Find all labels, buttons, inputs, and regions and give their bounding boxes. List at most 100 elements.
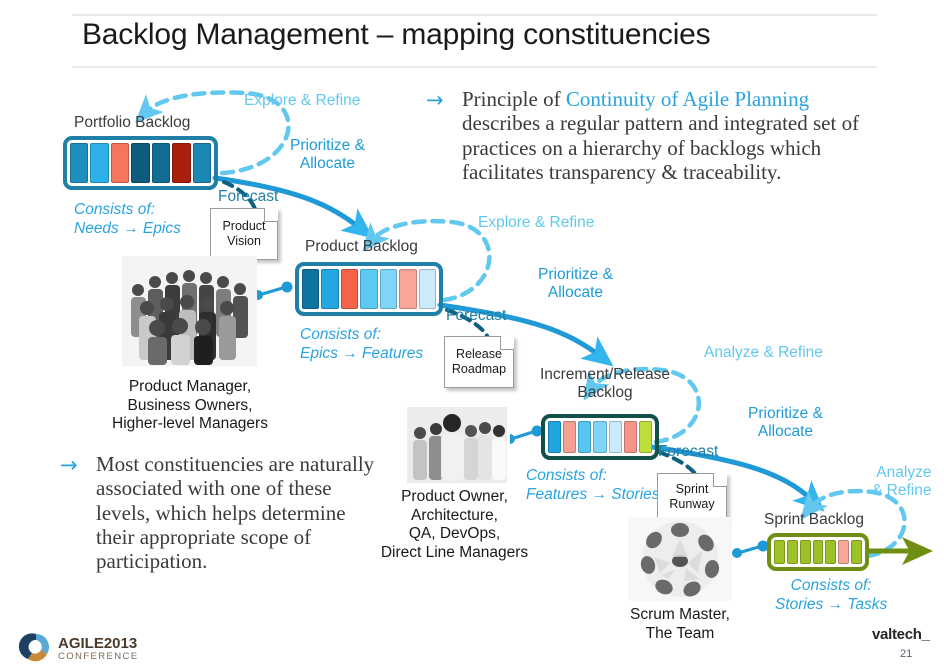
product-vision-line2: Vision [227,234,261,248]
portfolio-backlog-item-5[interactable] [151,143,171,183]
increment-backlog-item-4[interactable] [593,421,607,453]
bullet-arrow-icon: → [60,453,78,477]
sprint-backlog-item-5[interactable] [825,540,837,564]
managers-caption-line3: Higher-level Managers [112,415,268,433]
sprint-backlog-item-1[interactable] [774,540,785,564]
portfolio-backlog-item-6[interactable] [172,143,191,183]
product-backlog-item-4[interactable] [360,269,378,309]
product-backlog-item-5[interactable] [379,269,398,309]
principle-highlight: Continuity of Agile Planning [565,87,810,111]
bullet-arrow-icon: → [426,88,444,112]
sprint-backlog[interactable] [767,533,869,571]
increment-backlog-item-7[interactable] [638,421,652,453]
release-roadmap-line2: Roadmap [451,362,507,376]
prioritize-2-line1: Prioritize & [538,266,613,283]
product-consists-line1: Consists of: [300,326,381,343]
principle-paragraph: → Principle of Continuity of Agile Plann… [426,87,892,184]
prioritize-2-line2: Allocate [547,283,604,301]
page-title: Backlog Management – mapping constituenc… [82,18,711,51]
analyze-refine-2-line2: & Refine [872,481,932,499]
scrum-caption-line1: Scrum Master, [630,606,730,623]
scrum-caption-line2: The Team [645,624,715,642]
artifact-sprint-runway[interactable]: Sprint Runway [657,473,727,521]
caption-product-owner-group: Product Owner, Architecture, QA, DevOps,… [372,488,537,562]
connector-managers [253,281,293,300]
portfolio-backlog-item-4[interactable] [131,143,150,183]
label-analyze-refine-1: Analyze & Refine [704,344,823,361]
label-analyze-refine-2: Analyze & Refine [872,464,931,500]
product-backlog[interactable] [295,262,443,316]
portfolio-consists-of: Consists of: Needs → Epics [74,201,181,238]
portfolio-backlog-label: Portfolio Backlog [74,114,191,131]
portfolio-backlog-item-3[interactable] [110,143,130,183]
increment-consists-of: Consists of: Features → Stories [526,467,660,504]
sprint-backlog-item-3[interactable] [799,540,811,564]
prioritize-1-line1: Prioritize & [290,137,365,154]
valtech-logo: valtech_ [872,626,930,643]
page-fold-icon [500,336,514,350]
portfolio-consists-line2: Needs → Epics [74,219,181,237]
product-backlog-item-3[interactable] [340,269,359,309]
agile-logo-text: AGILE2013 [58,635,137,652]
page-number: 21 [900,648,913,660]
increment-consists-line1: Consists of: [526,467,607,484]
increment-backlog[interactable] [541,414,659,460]
label-prioritize-allocate-2: Prioritize & Allocate [538,266,613,302]
title-rule-bottom [72,66,877,68]
sprint-runway-line1: Sprint [675,482,709,497]
product-vision-line1: Product [222,219,266,234]
release-roadmap-line1: Release [456,347,502,362]
title-rule-top [72,14,877,16]
increment-backlog-label: Increment/Release Backlog [539,366,671,401]
portfolio-backlog[interactable] [63,136,218,190]
label-forecast-3: Forecast [658,443,719,460]
principle-lead: Principle of [462,87,566,111]
label-prioritize-allocate-1: Prioritize & Allocate [290,137,365,173]
sprint-backlog-cells [771,537,865,567]
portfolio-backlog-item-2[interactable] [90,143,109,183]
analyze-refine-2-line1: Analyze [876,464,932,481]
photo-product-owner-group [404,404,510,486]
product-backlog-cells [299,266,439,312]
increment-backlog-item-1[interactable] [548,421,562,453]
artifact-release-roadmap[interactable]: Release Roadmap [444,336,514,388]
product-backlog-item-1[interactable] [302,269,320,309]
prioritize-3-line2: Allocate [757,422,814,440]
sprint-backlog-label: Sprint Backlog [764,511,864,528]
sprint-consists-line1: Consists of: [790,577,872,594]
sprint-backlog-item-7[interactable] [851,540,863,564]
agile-conference-logo: AGILE2013 CONFERENCE [14,630,144,664]
label-explore-refine-1: Explore & Refine [244,92,361,109]
po-caption-line3: QA, DevOps, [408,525,501,543]
product-consists-of: Consists of: Epics → Features [300,326,423,363]
increment-backlog-item-5[interactable] [608,421,622,453]
increment-backlog-item-3[interactable] [578,421,592,453]
sprint-backlog-item-2[interactable] [786,540,798,564]
increment-backlog-item-2[interactable] [563,421,577,453]
sprint-consists-of: Consists of: Stories → Tasks [775,577,887,614]
page-fold-icon [713,473,727,487]
sprint-runway-line2: Runway [669,497,715,511]
artifact-product-vision[interactable]: Product Vision [210,208,278,260]
product-backlog-item-7[interactable] [418,269,436,309]
label-forecast-2: Forecast [446,307,507,324]
product-backlog-item-2[interactable] [321,269,339,309]
sprint-backlog-item-6[interactable] [838,540,850,564]
slide-canvas: Backlog Management – mapping constituenc… [0,0,944,669]
po-caption-line2: Architecture, [410,506,498,524]
connector-scrum-team [732,540,769,558]
portfolio-backlog-item-1[interactable] [70,143,89,183]
increment-backlog-cells [545,418,655,456]
product-backlog-item-6[interactable] [399,269,417,309]
prioritize-1-line2: Allocate [299,154,356,172]
prioritize-3-line1: Prioritize & [748,405,823,422]
portfolio-backlog-item-7[interactable] [192,143,211,183]
managers-caption-line2: Business Owners, [127,396,253,414]
constituencies-text: Most constituencies are naturally associ… [96,452,375,574]
constituencies-paragraph: → Most constituencies are naturally asso… [60,452,386,574]
photo-managers-group [122,256,257,366]
po-caption-line4: Direct Line Managers [380,543,529,561]
increment-backlog-item-6[interactable] [623,421,637,453]
sprint-backlog-item-4[interactable] [812,540,824,564]
product-consists-line2: Epics → Features [300,344,424,362]
